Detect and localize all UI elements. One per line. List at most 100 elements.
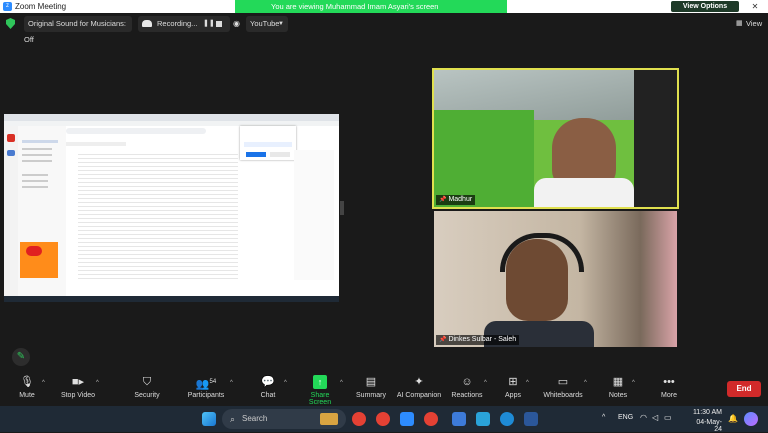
apps-icon: ⊞: [508, 376, 518, 388]
chrome-icon[interactable]: [352, 412, 366, 426]
mute-options-caret[interactable]: ^: [42, 380, 45, 386]
notes-label: Notes: [608, 392, 628, 399]
whiteboards-label: Whiteboards: [543, 392, 583, 399]
participants-button[interactable]: 👥54 Participants: [184, 375, 228, 399]
original-sound-label: Original Sound for Musicians: Off: [24, 19, 126, 44]
notes-button[interactable]: ▦ Notes: [606, 375, 630, 399]
youtube-label: YouTube: [250, 19, 280, 28]
notes-options-caret[interactable]: ^: [632, 380, 635, 386]
youtube-dropdown[interactable]: YouTube ▼: [246, 16, 288, 32]
shared-ad-banner: [20, 242, 58, 278]
pause-icon[interactable]: ❚❚: [203, 16, 215, 32]
stop-icon[interactable]: [216, 21, 222, 27]
grid-icon: ▦: [736, 20, 743, 27]
summary-icon: ▤: [365, 376, 377, 388]
reactions-button[interactable]: ☺ Reactions: [450, 375, 484, 399]
summary-label: Summary: [356, 392, 386, 399]
participants-options-caret[interactable]: ^: [230, 380, 233, 386]
file-explorer-icon[interactable]: [452, 412, 466, 426]
ai-companion-label: AI Companion: [396, 392, 442, 399]
shield-icon[interactable]: [6, 18, 15, 29]
dark-door: [634, 70, 677, 207]
shared-browser-tabs: [4, 114, 339, 121]
meeting-toolbar: 🎙 Mute ^ ■▸ Stop Video ^ ⛉ Security 👥54 …: [0, 372, 768, 406]
participant-name-badge: 📌 Dinkes Sulbar - Saleh: [436, 335, 520, 345]
video-tile-active-speaker[interactable]: 📌 Madhur: [432, 68, 679, 209]
more-button[interactable]: ••• More: [656, 375, 682, 399]
close-button[interactable]: ✕: [744, 0, 766, 13]
wifi-icon[interactable]: ◠: [640, 413, 647, 422]
apps-options-caret[interactable]: ^: [526, 380, 529, 386]
participant-name-badge: 📌 Madhur: [436, 195, 476, 205]
volume-icon[interactable]: ◁: [652, 413, 658, 422]
whiteboards-options-caret[interactable]: ^: [584, 380, 587, 386]
shared-search-box: [66, 128, 206, 134]
clock-time[interactable]: 11:30 AM: [690, 409, 722, 416]
end-meeting-button[interactable]: End: [727, 381, 761, 397]
security-label: Security: [134, 392, 160, 399]
shared-left-rail: [4, 126, 18, 296]
panel-resize-handle[interactable]: [340, 201, 344, 215]
annotate-pen-icon[interactable]: ✎: [12, 348, 30, 366]
participants-icon: 👥54: [195, 378, 217, 391]
battery-icon[interactable]: ▭: [664, 413, 672, 422]
shared-right-column: [294, 150, 334, 280]
store-icon[interactable]: [476, 412, 490, 426]
search-icon: ⌕: [230, 414, 236, 424]
window-title: Zoom Meeting: [15, 2, 67, 11]
more-icon: •••: [663, 376, 675, 388]
mute-label: Mute: [19, 392, 35, 399]
chrome-icon[interactable]: [424, 412, 438, 426]
mute-button[interactable]: 🎙 Mute: [10, 375, 44, 399]
video-tile-participant[interactable]: 📌 Dinkes Sulbar - Saleh: [434, 211, 677, 347]
windows-start-icon[interactable]: [202, 412, 216, 426]
chevron-up-icon[interactable]: ^: [602, 414, 605, 421]
language-indicator[interactable]: ENG: [618, 414, 633, 421]
reactions-icon: ☺: [461, 376, 473, 388]
security-button[interactable]: ⛉ Security: [130, 375, 164, 399]
participant-name: Dinkes Sulbar - Saleh: [448, 336, 517, 343]
zoom-icon[interactable]: [400, 412, 414, 426]
recording-label: Recording...: [157, 19, 198, 28]
whiteboards-button[interactable]: ▭ Whiteboards: [542, 375, 584, 399]
reactions-options-caret[interactable]: ^: [484, 380, 487, 386]
share-screen-button[interactable]: ↑ Share Screen: [300, 375, 340, 406]
shared-taskbar: [4, 296, 339, 302]
chrome-icon[interactable]: [376, 412, 390, 426]
video-options-caret[interactable]: ^: [96, 380, 99, 386]
summary-button[interactable]: ▤ Summary: [354, 375, 388, 399]
ai-companion-button[interactable]: ✦ AI Companion: [396, 375, 442, 399]
shield-icon: ⛉: [142, 376, 152, 388]
sparkle-icon: ✦: [414, 376, 424, 388]
more-label: More: [661, 392, 677, 399]
chat-button[interactable]: 💬 Chat: [254, 375, 282, 399]
share-screen-icon: ↑: [313, 375, 327, 389]
participant-shirt: [534, 178, 634, 207]
view-options-button[interactable]: View Options: [671, 1, 739, 12]
recording-indicator[interactable]: Recording... ❚❚: [138, 16, 230, 32]
shared-filter-chips: [66, 142, 126, 146]
view-button[interactable]: ▦ View: [736, 16, 764, 32]
chat-icon: 💬: [261, 376, 275, 388]
chat-options-caret[interactable]: ^: [284, 380, 287, 386]
windows-taskbar: ⌕ Search ^ ENG ◠ ◁ ▭ 11:30 AM 04-May-24 …: [0, 406, 768, 433]
notification-icon[interactable]: 🔔: [728, 414, 738, 423]
shared-screen[interactable]: [4, 114, 339, 302]
clock-date[interactable]: 04-May-24: [690, 419, 722, 433]
reactions-label: Reactions: [451, 392, 483, 399]
taskbar-search[interactable]: ⌕ Search: [222, 409, 346, 429]
original-sound-toggle[interactable]: Original Sound for Musicians: Off: [24, 16, 132, 44]
shared-sidebar: [18, 126, 66, 296]
green-wall: [434, 110, 534, 207]
viewing-banner-text: You are viewing Muhammad Imam Asyari's s…: [271, 2, 439, 11]
apps-button[interactable]: ⊞ Apps: [502, 375, 524, 399]
search-placeholder: Search: [242, 414, 268, 423]
copilot-icon[interactable]: [744, 412, 758, 426]
participants-label: Participants: [187, 392, 225, 399]
shared-download-popup: [240, 126, 296, 160]
word-icon[interactable]: [524, 412, 538, 426]
camera-icon: ■▸: [71, 376, 85, 388]
stop-video-button[interactable]: ■▸ Stop Video: [56, 375, 100, 399]
share-options-caret[interactable]: ^: [340, 380, 343, 386]
edge-icon[interactable]: [500, 412, 514, 426]
